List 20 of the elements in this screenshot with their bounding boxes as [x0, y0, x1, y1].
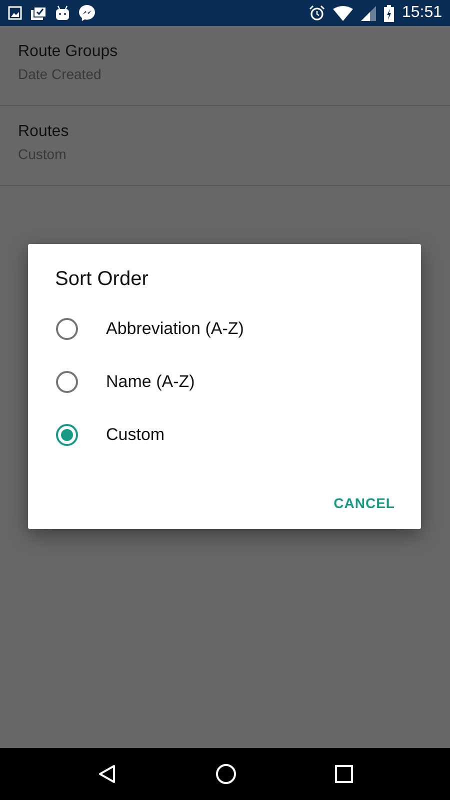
sort-option[interactable]: Abbreviation (A-Z)	[28, 302, 421, 355]
home-icon[interactable]	[215, 763, 237, 785]
image-icon	[8, 6, 22, 20]
recents-icon[interactable]	[335, 765, 353, 783]
clock-time: 15:51	[402, 3, 442, 23]
sort-option[interactable]: Name (A-Z)	[28, 355, 421, 408]
radio-button[interactable]	[56, 318, 78, 340]
dialog-title: Sort Order	[54, 267, 150, 292]
cell-signal-icon	[360, 6, 376, 20]
clipboard-check-icon	[30, 6, 47, 20]
messenger-icon	[78, 4, 96, 22]
wifi-icon	[332, 6, 353, 20]
radio-button[interactable]	[56, 424, 78, 446]
alarm-clock-icon	[308, 5, 325, 21]
radio-button[interactable]	[56, 370, 78, 392]
back-icon[interactable]	[97, 764, 117, 784]
sort-option[interactable]: Custom	[28, 408, 421, 461]
android-icon	[55, 5, 70, 21]
battery-charging-icon	[384, 4, 394, 22]
cancel-button[interactable]: CANCEL	[326, 487, 403, 520]
